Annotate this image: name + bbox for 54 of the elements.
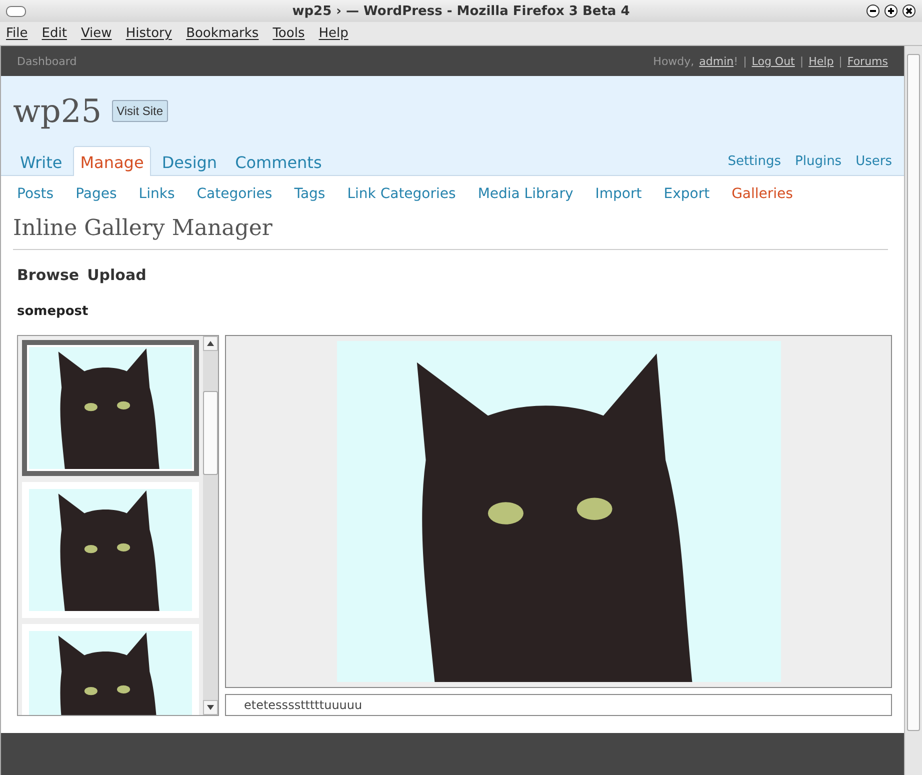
window-title: wp25 › — WordPress - Mozilla Firefox 3 Beta 4 (292, 4, 630, 18)
top-link[interactable]: Log Out (752, 54, 795, 68)
menu-item[interactable]: History (126, 26, 172, 41)
menu-item[interactable]: View (80, 26, 112, 41)
post-title: somepost (16, 303, 90, 321)
subnav-link[interactable]: Galleries (732, 186, 793, 202)
subnav-link[interactable]: Import (595, 186, 642, 202)
separator-text: | (838, 54, 842, 68)
visit-site-button[interactable]: Visit Site (112, 100, 168, 122)
separator-text: | (800, 54, 804, 68)
user-link[interactable]: admin (699, 54, 734, 68)
site-name: wp25 (13, 92, 102, 130)
page-title: Inline Gallery Manager (13, 212, 888, 250)
nav-link[interactable]: Settings (728, 154, 782, 169)
nav-link[interactable]: Plugins (795, 154, 842, 169)
menu-item[interactable]: Bookmarks (186, 26, 259, 41)
down-arrow-icon[interactable] (207, 705, 214, 710)
exclamation-text: ! (734, 54, 738, 68)
dashboard-label: Dashboard (17, 54, 77, 68)
minimize-icon[interactable] (866, 4, 880, 18)
nav-tab[interactable]: Write (13, 146, 70, 176)
subnav-link[interactable]: Link Categories (347, 186, 456, 202)
view-link[interactable]: Browse (17, 266, 80, 284)
close-icon[interactable] (902, 4, 916, 18)
separator-text: | (743, 54, 747, 68)
thumbnail[interactable] (22, 340, 199, 476)
scroll-thumb[interactable] (907, 54, 920, 731)
nav-tab[interactable]: Comments (228, 146, 329, 176)
subnav-link[interactable]: Tags (294, 186, 326, 202)
maximize-icon[interactable] (884, 4, 898, 18)
nav-tab[interactable]: Manage (73, 146, 151, 176)
caption-field[interactable]: etetesssstttttuuuuu (225, 694, 892, 716)
menu-item[interactable]: Tools (272, 26, 305, 41)
top-link[interactable]: Help (808, 54, 834, 68)
page-scrollbar[interactable] (904, 46, 922, 775)
scrollbar[interactable] (203, 336, 218, 715)
top-link[interactable]: Forums (847, 54, 888, 68)
nav-tab[interactable]: Design (154, 146, 224, 176)
menu-item[interactable]: File (6, 26, 28, 41)
scroll-thumb[interactable] (203, 391, 218, 475)
subnav-link[interactable]: Links (138, 186, 175, 202)
view-link[interactable]: Upload (87, 266, 146, 284)
thumbnail[interactable] (22, 482, 199, 618)
up-arrow-icon[interactable] (207, 341, 214, 346)
subnav-link[interactable]: Categories (196, 186, 272, 202)
menu-item[interactable]: Help (318, 26, 348, 41)
window-menu-icon[interactable] (6, 6, 26, 17)
subnav-link[interactable]: Pages (76, 186, 117, 202)
nav-link[interactable]: Users (856, 154, 892, 169)
subnav-link[interactable]: Export (664, 186, 710, 202)
subnav-link[interactable]: Posts (17, 186, 54, 202)
subnav-link[interactable]: Media Library (478, 186, 574, 202)
greeting-text: Howdy, (653, 54, 694, 68)
menu-item[interactable]: Edit (42, 26, 67, 41)
